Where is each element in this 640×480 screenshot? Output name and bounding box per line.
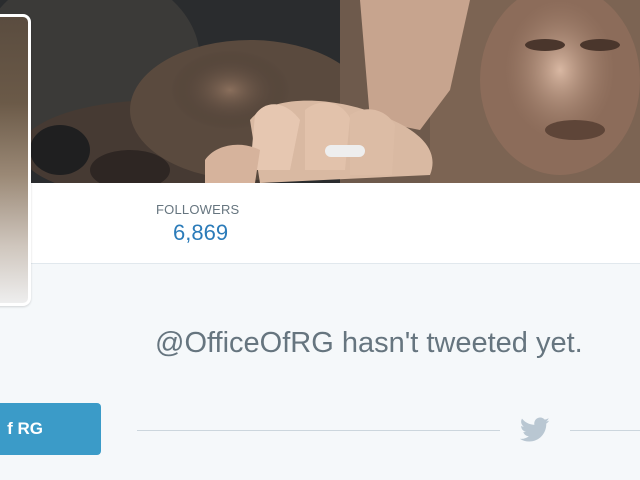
followers-stat[interactable]: FOLLOWERS 6,869	[156, 202, 239, 246]
profile-action-button[interactable]: f RG	[0, 403, 101, 455]
empty-timeline-message: @OfficeOfRG hasn't tweeted yet.	[155, 327, 583, 359]
profile-avatar[interactable]	[0, 14, 31, 306]
divider-left	[137, 430, 500, 431]
avatar-image	[0, 17, 28, 303]
followers-count: 6,869	[173, 220, 229, 245]
profile-stats-bar: FOLLOWERS 6,869	[0, 183, 640, 264]
profile-header-photo	[0, 0, 640, 183]
followers-label: FOLLOWERS	[156, 202, 240, 217]
bird-icon	[520, 417, 550, 442]
divider-right	[570, 430, 640, 431]
profile-page: FOLLOWERS 6,869 @OfficeOfRG hasn't tweet…	[0, 0, 640, 480]
